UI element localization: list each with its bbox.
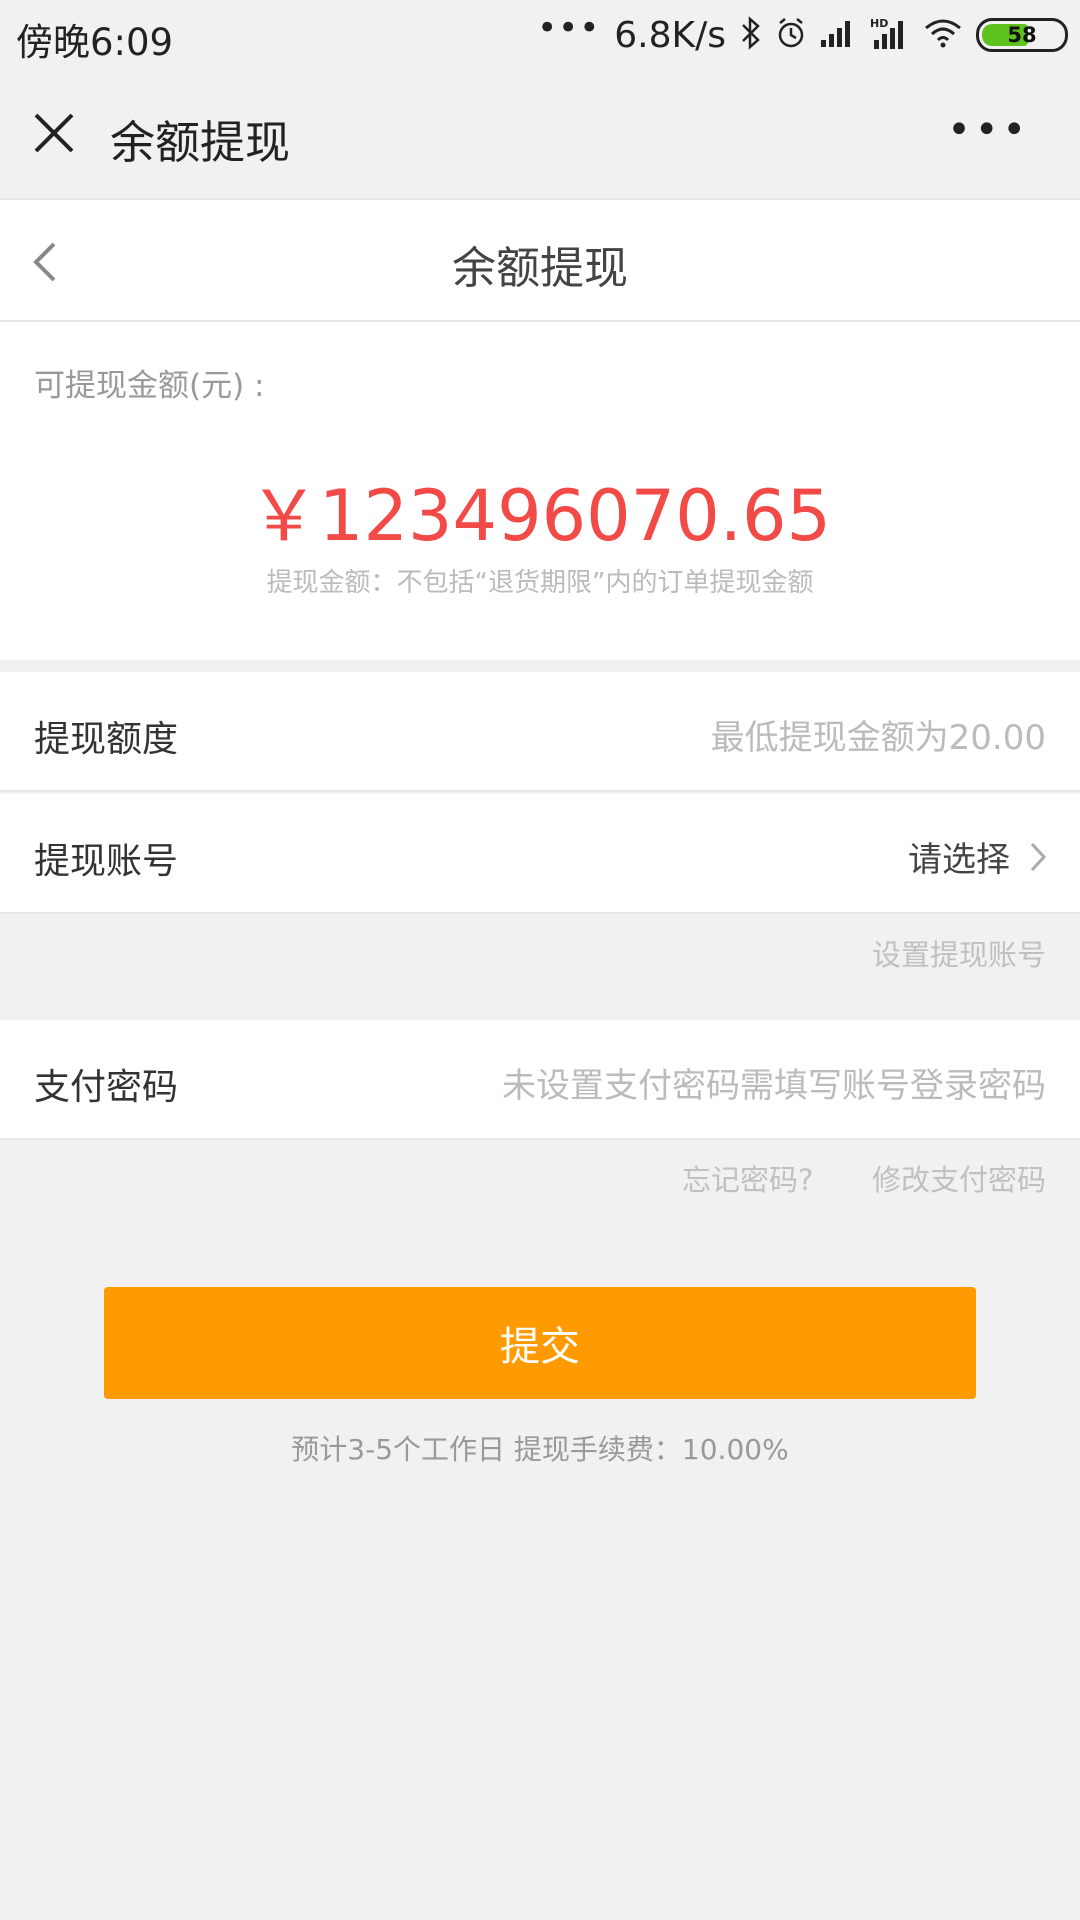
status-icons: ••• 6.8K/s HD 58 xyxy=(537,8,1068,60)
fee-note: 预计3-5个工作日 提现手续费：10.00% xyxy=(291,1433,789,1466)
pay-password-input[interactable]: 未设置支付密码需填写账号登录密码 xyxy=(502,1058,1046,1107)
nav-bar: 余额提现 xyxy=(0,198,1080,322)
pay-password-row[interactable]: 支付密码 未设置支付密码需填写账号登录密码 xyxy=(0,1020,1080,1140)
wifi-icon xyxy=(924,18,962,52)
withdraw-amount-input[interactable]: 最低提现金额为20.00 xyxy=(711,710,1046,759)
balance-amount: ￥123496070.65 xyxy=(248,475,832,557)
more-menu-icon[interactable]: ••• xyxy=(947,110,1030,150)
withdraw-limit-row[interactable]: 提现额度 最低提现金额为20.00 xyxy=(0,672,1080,792)
more-notifications-icon: ••• xyxy=(537,8,601,48)
battery-level: 58 xyxy=(1007,23,1037,47)
bluetooth-icon xyxy=(740,16,762,54)
withdraw-account-label: 提现账号 xyxy=(34,841,179,882)
close-icon[interactable] xyxy=(32,111,76,155)
hd-signal-icon: HD xyxy=(870,16,910,54)
forgot-password-link[interactable]: 忘记密码? xyxy=(682,1157,813,1199)
change-pay-password-link[interactable]: 修改支付密码 xyxy=(872,1157,1046,1199)
network-speed: 6.8K/s xyxy=(614,14,726,56)
set-account-link[interactable]: 设置提现账号 xyxy=(872,932,1046,974)
signal-icon xyxy=(820,18,856,52)
title-bar: 余额提现 ••• xyxy=(0,68,1080,198)
account-select-value[interactable]: 请选择 xyxy=(908,832,1010,881)
page-title: 余额提现 xyxy=(110,116,291,169)
status-time: 傍晚6:09 xyxy=(16,21,174,64)
balance-note: 提现金额：不包括“退货期限”内的订单提现金额 xyxy=(266,568,814,598)
withdraw-limit-label: 提现额度 xyxy=(34,719,179,760)
balance-label: 可提现金额(元) : xyxy=(34,368,265,404)
nav-title: 余额提现 xyxy=(452,243,628,294)
status-bar: 傍晚6:09 ••• 6.8K/s HD 58 xyxy=(0,0,1080,68)
battery-icon: 58 xyxy=(976,18,1068,52)
alarm-icon xyxy=(776,16,806,54)
withdraw-account-row[interactable]: 提现账号 请选择 xyxy=(0,794,1080,914)
svg-text:HD: HD xyxy=(870,17,888,30)
pay-password-label: 支付密码 xyxy=(34,1067,179,1108)
balance-card: 可提现金额(元) : ￥123496070.65 提现金额：不包括“退货期限”内… xyxy=(0,322,1080,660)
submit-button[interactable]: 提交 xyxy=(104,1287,976,1399)
chevron-right-icon xyxy=(1028,840,1048,874)
